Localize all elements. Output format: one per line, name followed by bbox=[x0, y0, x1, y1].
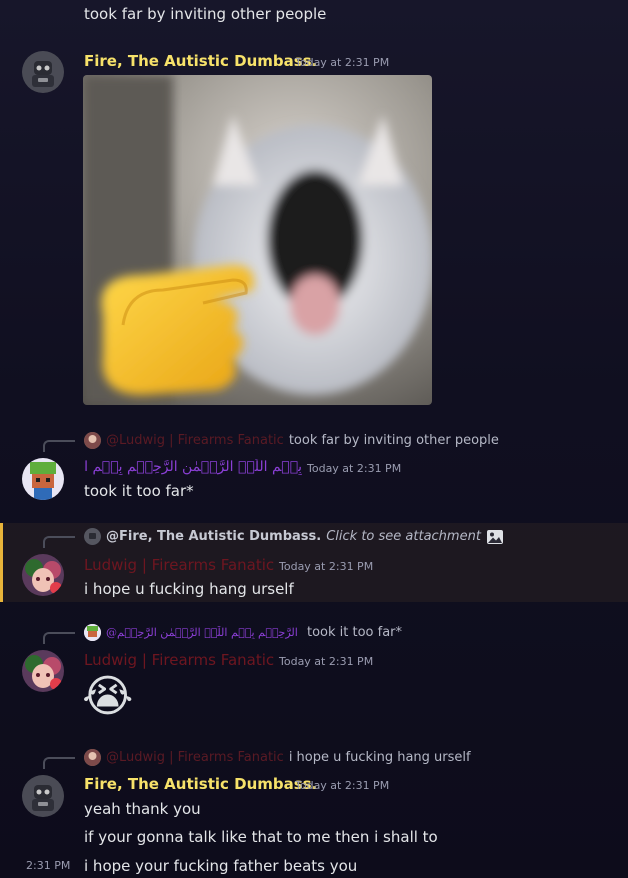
mini-avatar bbox=[84, 749, 101, 766]
avatar-ludwig[interactable] bbox=[22, 650, 64, 692]
avatar-fire[interactable] bbox=[22, 775, 64, 817]
reply-author[interactable]: @Ludwig | Firearms Fanatic bbox=[106, 750, 284, 765]
robot-avatar-icon bbox=[22, 51, 64, 93]
author-name[interactable]: بِسۡمِ اللّٰہِ الرَّحۡمٰنِ الرَّحِیۡمِ ب… bbox=[84, 459, 302, 475]
reply-reference[interactable]: @Fire, The Autistic Dumbass. Click to se… bbox=[84, 528, 504, 545]
message-text: took it too far* bbox=[84, 482, 194, 500]
timestamp: Today at 2:31 PM bbox=[295, 779, 390, 792]
reply-author[interactable]: @Fire, The Autistic Dumbass. bbox=[106, 529, 321, 544]
anime-avatar-icon bbox=[22, 650, 64, 692]
message-text: took far by inviting other people bbox=[84, 5, 327, 23]
reply-author[interactable]: @Ludwig | Firearms Fanatic bbox=[106, 433, 284, 448]
message-text: if your gonna talk like that to me then … bbox=[84, 828, 438, 846]
pixel-avatar-icon bbox=[22, 458, 64, 500]
author-name[interactable]: Fire, The Autistic Dumbass. bbox=[84, 52, 317, 70]
crying-emoji[interactable]: 😭 bbox=[82, 673, 133, 721]
reply-text[interactable]: took far by inviting other people bbox=[289, 433, 499, 448]
robot-avatar-icon bbox=[22, 775, 64, 817]
mini-avatar-icon bbox=[84, 432, 101, 449]
message-text: yeah thank you bbox=[84, 800, 201, 818]
author-name[interactable]: Fire, The Autistic Dumbass. bbox=[84, 775, 317, 793]
avatar-arabic-user[interactable] bbox=[22, 458, 64, 500]
timestamp: Today at 2:31 PM bbox=[307, 462, 402, 475]
mini-avatar bbox=[84, 624, 101, 641]
reply-text[interactable]: Click to see attachment bbox=[326, 529, 481, 544]
avatar-fire[interactable] bbox=[22, 51, 64, 93]
reply-author[interactable]: @بِسۡمِ اللّٰہِ الرَّحۡمٰنِ الرَّحِیۡمِ … bbox=[106, 626, 302, 639]
reply-spine bbox=[43, 632, 75, 644]
author-name[interactable]: Ludwig | Firearms Fanatic bbox=[84, 651, 274, 669]
reply-reference[interactable]: @Ludwig | Firearms Fanatic took far by i… bbox=[84, 432, 499, 449]
reply-spine bbox=[43, 440, 75, 452]
mini-avatar bbox=[84, 432, 101, 449]
reply-reference[interactable]: @Ludwig | Firearms Fanatic i hope u fuck… bbox=[84, 749, 471, 766]
mini-avatar-icon bbox=[84, 528, 101, 545]
image-attachment[interactable] bbox=[83, 75, 432, 405]
avatar-ludwig[interactable] bbox=[22, 554, 64, 596]
timestamp: Today at 2:31 PM bbox=[295, 56, 390, 69]
reply-spine bbox=[43, 536, 75, 548]
reply-text[interactable]: took it too far* bbox=[307, 625, 402, 640]
author-name[interactable]: Ludwig | Firearms Fanatic bbox=[84, 556, 274, 574]
timestamp: Today at 2:31 PM bbox=[279, 560, 374, 573]
screaming-cat-pointing-image bbox=[83, 75, 432, 405]
reply-spine bbox=[43, 757, 75, 769]
mini-avatar bbox=[84, 528, 101, 545]
hover-timestamp: 2:31 PM bbox=[26, 859, 71, 872]
reply-text[interactable]: i hope u fucking hang urself bbox=[289, 750, 471, 765]
message-text: i hope u fucking hang urself bbox=[84, 580, 294, 598]
mini-avatar-icon bbox=[84, 624, 101, 641]
anime-avatar-icon bbox=[22, 554, 64, 596]
timestamp: Today at 2:31 PM bbox=[279, 655, 374, 668]
image-icon[interactable] bbox=[486, 529, 504, 545]
reply-reference[interactable]: @بِسۡمِ اللّٰہِ الرَّحۡمٰنِ الرَّحِیۡمِ … bbox=[84, 624, 402, 641]
message-text: i hope your fucking father beats you bbox=[84, 857, 358, 875]
mini-avatar-icon bbox=[84, 749, 101, 766]
